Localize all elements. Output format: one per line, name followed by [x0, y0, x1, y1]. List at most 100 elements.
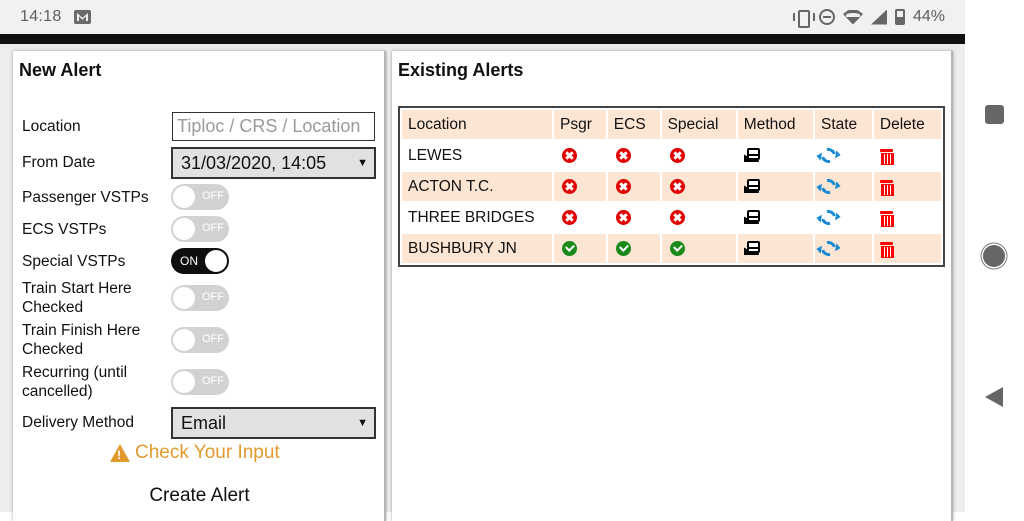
column-header-special: Special: [661, 110, 736, 139]
table-row: BUSHBURY JN: [402, 234, 941, 263]
cell-method: [737, 141, 813, 170]
trash-icon[interactable]: [879, 241, 894, 258]
create-alert-button[interactable]: Create Alert: [13, 485, 386, 507]
cell-psgr: [554, 172, 606, 201]
cell-state: [814, 234, 872, 263]
toggle-knob: [173, 329, 195, 351]
x-circle-icon: [615, 209, 631, 225]
cell-delete: [873, 234, 941, 263]
train-start-toggle[interactable]: OFF: [171, 285, 229, 311]
cell-delete: [873, 203, 941, 232]
email-icon: [744, 179, 760, 193]
sync-icon[interactable]: [818, 238, 839, 259]
dropdown-arrow-icon: ▼: [357, 157, 368, 169]
cellular-signal-icon: [870, 9, 887, 25]
new-alert-panel: New Alert Location From Date 31/03/2020,…: [13, 51, 386, 521]
status-bar: 14:18 44%: [0, 0, 965, 34]
delivery-method-select[interactable]: Email ▼: [171, 407, 376, 439]
x-circle-icon: [669, 209, 685, 225]
home-button[interactable]: [983, 245, 1005, 267]
x-circle-icon: [615, 147, 631, 163]
train-finish-toggle[interactable]: OFF: [171, 327, 229, 353]
cell-location: LEWES: [402, 141, 552, 170]
ecs-vstps-label: ECS VSTPs: [22, 221, 107, 238]
cell-psgr: [554, 141, 606, 170]
column-header-ecs: ECS: [607, 110, 660, 139]
toggle-state: OFF: [202, 375, 224, 387]
cell-special: [661, 141, 736, 170]
validation-warning: Check Your Input: [110, 442, 280, 464]
existing-alerts-panel: Existing Alerts Location Psgr ECS Specia…: [392, 51, 953, 521]
email-icon: [744, 210, 760, 224]
cell-state: [814, 203, 872, 232]
table-row: THREE BRIDGES: [402, 203, 941, 232]
x-circle-icon: [562, 147, 577, 163]
location-label: Location: [22, 118, 81, 135]
sync-icon[interactable]: [818, 145, 839, 166]
cell-special: [661, 203, 736, 232]
trash-icon[interactable]: [879, 179, 894, 196]
toggle-knob: [173, 186, 195, 208]
cell-ecs: [607, 203, 660, 232]
cell-delete: [873, 141, 941, 170]
delivery-method-label: Delivery Method: [22, 414, 134, 431]
x-circle-icon: [562, 178, 577, 194]
column-header-location: Location: [402, 110, 552, 139]
check-circle-icon: [669, 240, 685, 256]
passenger-vstps-label: Passenger VSTPs: [22, 189, 149, 206]
sync-icon[interactable]: [818, 176, 839, 197]
special-vstps-label: Special VSTPs: [22, 253, 126, 270]
cell-method: [737, 234, 813, 263]
trash-icon[interactable]: [879, 148, 894, 165]
dropdown-arrow-icon: ▼: [357, 417, 368, 429]
toggle-knob: [173, 287, 195, 309]
table-row: ACTON T.C.: [402, 172, 941, 201]
vibrate-icon: [792, 10, 815, 28]
email-icon: [744, 148, 760, 162]
cell-location: ACTON T.C.: [402, 172, 552, 201]
special-vstps-toggle[interactable]: ON: [171, 248, 229, 274]
cell-delete: [873, 172, 941, 201]
cell-special: [661, 234, 736, 263]
toggle-state: OFF: [202, 190, 224, 202]
do-not-disturb-icon: [818, 9, 835, 25]
toggle-state: OFF: [202, 222, 224, 234]
from-date-select[interactable]: 31/03/2020, 14:05 ▼: [171, 147, 376, 179]
recents-button[interactable]: [985, 105, 1004, 124]
x-circle-icon: [669, 147, 685, 163]
alerts-table: Location Psgr ECS Special Method State D…: [398, 106, 945, 267]
table-row: LEWES: [402, 141, 941, 170]
toggle-state: OFF: [202, 291, 224, 303]
battery-icon: [894, 9, 905, 25]
column-header-state: State: [814, 110, 872, 139]
battery-percent: 44%: [912, 8, 945, 25]
location-input[interactable]: [172, 112, 375, 141]
trash-icon[interactable]: [879, 210, 894, 227]
cell-psgr: [554, 234, 606, 263]
cell-ecs: [607, 234, 660, 263]
existing-alerts-title: Existing Alerts: [398, 60, 524, 80]
recurring-label: Recurring (until cancelled): [22, 364, 128, 400]
check-circle-icon: [615, 240, 631, 256]
cell-location: BUSHBURY JN: [402, 234, 552, 263]
cell-method: [737, 203, 813, 232]
sync-icon[interactable]: [818, 207, 839, 228]
status-icons: 44%: [792, 8, 945, 28]
status-time: 14:18: [20, 8, 62, 25]
cell-state: [814, 141, 872, 170]
column-header-psgr: Psgr: [554, 110, 606, 139]
toggle-state: ON: [180, 254, 198, 268]
column-header-method: Method: [737, 110, 813, 139]
check-circle-icon: [562, 240, 577, 256]
train-start-label: Train Start Here Checked: [22, 280, 132, 316]
passenger-vstps-toggle[interactable]: OFF: [171, 184, 229, 210]
cell-method: [737, 172, 813, 201]
ecs-vstps-toggle[interactable]: OFF: [171, 216, 229, 242]
cell-ecs: [607, 172, 660, 201]
toggle-knob: [173, 371, 195, 393]
from-date-label: From Date: [22, 154, 96, 171]
cell-location: THREE BRIDGES: [402, 203, 552, 232]
cell-state: [814, 172, 872, 201]
new-alert-title: New Alert: [19, 60, 102, 80]
recurring-toggle[interactable]: OFF: [171, 369, 229, 395]
